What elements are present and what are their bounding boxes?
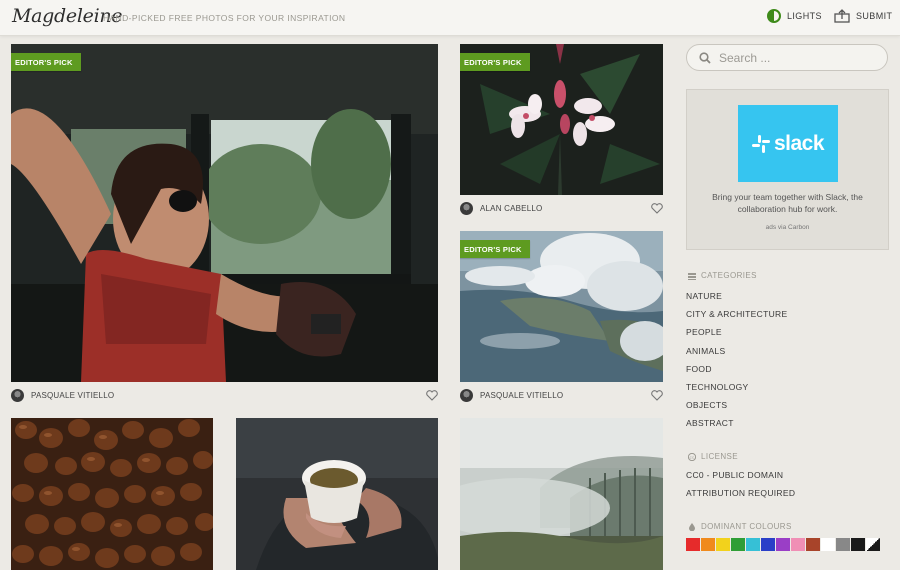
- photo-meta: PASQUALE VITIELLO: [11, 389, 438, 402]
- heart-icon[interactable]: [651, 390, 663, 401]
- drop-icon: [689, 522, 695, 531]
- swatch-cyan[interactable]: [746, 538, 760, 551]
- photo-card: EDITOR'S PICK PASQUALE VITIELLO: [11, 44, 438, 409]
- search-icon: [699, 51, 711, 64]
- heart-icon[interactable]: [426, 390, 438, 401]
- category-people[interactable]: PEOPLE: [686, 326, 787, 344]
- photo-card: [236, 418, 438, 570]
- lights-icon: [767, 9, 781, 23]
- carbon-ad[interactable]: slack Bring your team together with Slac…: [686, 89, 889, 250]
- swatch-black[interactable]: [851, 538, 865, 551]
- photo-meta: PASQUALE VITIELLO: [460, 389, 663, 402]
- colours-title: DOMINANT COLOURS: [701, 522, 792, 531]
- swatch-brown[interactable]: [806, 538, 820, 551]
- swatch-blue[interactable]: [761, 538, 775, 551]
- photo-card: [11, 418, 213, 570]
- category-objects[interactable]: OBJECTS: [686, 399, 787, 417]
- submit-button[interactable]: SUBMIT: [834, 9, 892, 23]
- swatch-black-and-white[interactable]: [866, 538, 880, 551]
- editors-pick-badge: EDITOR'S PICK: [460, 240, 530, 258]
- license-list: CC0 - PUBLIC DOMAIN ATTRIBUTION REQUIRED: [686, 469, 795, 505]
- photo-meta: ALAN CABELLO: [460, 202, 663, 215]
- swatch-gray[interactable]: [836, 538, 850, 551]
- author-avatar[interactable]: [460, 389, 473, 402]
- license-attribution[interactable]: ATTRIBUTION REQUIRED: [686, 487, 795, 505]
- photo-clouds-over-lake[interactable]: EDITOR'S PICK: [460, 231, 663, 382]
- license-title: LICENSE: [701, 452, 739, 461]
- swatch-purple[interactable]: [776, 538, 790, 551]
- search-box[interactable]: [686, 44, 888, 71]
- photo-card: EDITOR'S PICK ALAN CABELLO: [460, 44, 663, 222]
- colours-heading: DOMINANT COLOURS: [688, 522, 792, 531]
- search-input[interactable]: [719, 50, 869, 65]
- upload-icon: [834, 9, 850, 23]
- author-avatar[interactable]: [460, 202, 473, 215]
- lights-label: LIGHTS: [787, 11, 822, 21]
- slack-icon: [751, 134, 770, 153]
- swatch-green[interactable]: [731, 538, 745, 551]
- category-technology[interactable]: TECHNOLOGY: [686, 381, 787, 399]
- photo-card: EDITOR'S PICK PASQUALE VITIELLO: [460, 231, 663, 409]
- category-icon: [688, 272, 696, 280]
- author-name[interactable]: PASQUALE VITIELLO: [31, 391, 114, 400]
- ad-text[interactable]: Bring your team together with Slack, the…: [687, 191, 888, 215]
- heart-icon[interactable]: [651, 203, 663, 214]
- submit-label: SUBMIT: [856, 11, 893, 21]
- categories-title: CATEGORIES: [701, 271, 757, 280]
- swatch-white[interactable]: [821, 538, 835, 551]
- photo-foggy-forest[interactable]: [460, 418, 663, 570]
- category-nature[interactable]: NATURE: [686, 290, 787, 308]
- swatch-pink[interactable]: [791, 538, 805, 551]
- author-name[interactable]: ALAN CABELLO: [480, 204, 542, 213]
- category-food[interactable]: FOOD: [686, 363, 787, 381]
- ad-via-link[interactable]: ads via Carbon: [687, 224, 888, 231]
- lights-toggle-button[interactable]: LIGHTS: [767, 9, 822, 23]
- swatch-red[interactable]: [686, 538, 700, 551]
- site-tagline: HAND-PICKED FREE PHOTOS FOR YOUR INSPIRA…: [103, 13, 346, 23]
- license-heading: cc LICENSE: [688, 452, 738, 461]
- categories-heading: CATEGORIES: [688, 271, 757, 280]
- editors-pick-badge: EDITOR'S PICK: [11, 53, 81, 71]
- editors-pick-badge: EDITOR'S PICK: [460, 53, 530, 71]
- ad-brand: slack: [773, 131, 825, 155]
- category-list: NATURE CITY & ARCHITECTURE PEOPLE ANIMAL…: [686, 290, 787, 436]
- cc-license-icon: cc: [688, 452, 696, 461]
- swatch-orange[interactable]: [701, 538, 715, 551]
- colour-swatches: [686, 538, 880, 551]
- author-name[interactable]: PASQUALE VITIELLO: [480, 391, 563, 400]
- swatch-yellow[interactable]: [716, 538, 730, 551]
- category-abstract[interactable]: ABSTRACT: [686, 417, 787, 435]
- photo-chestnuts[interactable]: [11, 418, 213, 570]
- photo-flowers[interactable]: EDITOR'S PICK: [460, 44, 663, 195]
- photo-card: [460, 418, 663, 570]
- svg-text:cc: cc: [690, 454, 695, 459]
- photo-hands-holding-cup[interactable]: [236, 418, 438, 570]
- category-city-architecture[interactable]: CITY & ARCHITECTURE: [686, 308, 787, 326]
- slack-ad-logo[interactable]: slack: [738, 105, 838, 182]
- top-bar: Magdeleine HAND-PICKED FREE PHOTOS FOR Y…: [0, 0, 900, 36]
- category-animals[interactable]: ANIMALS: [686, 345, 787, 363]
- photo-woman-in-car[interactable]: EDITOR'S PICK: [11, 44, 438, 382]
- author-avatar[interactable]: [11, 389, 24, 402]
- license-cc0[interactable]: CC0 - PUBLIC DOMAIN: [686, 469, 795, 487]
